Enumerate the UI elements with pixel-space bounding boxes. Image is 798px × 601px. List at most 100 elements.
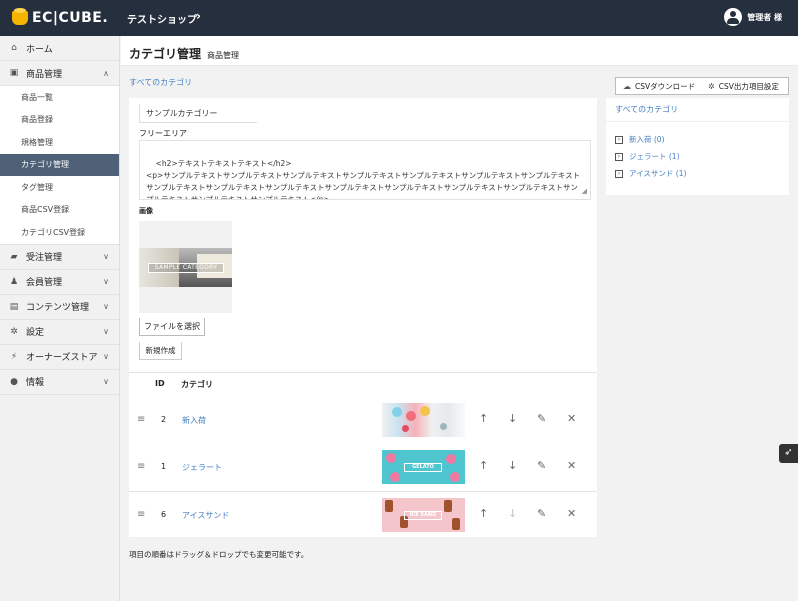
free-area-content: <h2>テキストテキストテキスト</h2> <p>サンプルテキストサンプルテキス… xyxy=(146,159,581,200)
sidebar-item-label: オーナーズストア xyxy=(26,353,98,363)
sidebar-item-label: 受注管理 xyxy=(26,253,63,263)
image-label: 画像 xyxy=(139,207,153,215)
sidebar-item-customers[interactable]: ♟ 会員管理 ∨ xyxy=(0,270,119,295)
thumb-decoration xyxy=(440,423,447,430)
edit-pencil-icon[interactable]: ✎ xyxy=(537,507,546,520)
users-icon: ♟ xyxy=(9,276,19,287)
sidebar-subitem-product-register[interactable]: 商品登録 xyxy=(0,108,119,131)
expand-arrow-icon[interactable]: › xyxy=(615,152,623,161)
move-down-icon[interactable]: ↓ xyxy=(508,412,517,425)
sidebar-item-home[interactable]: ⌂ ホーム xyxy=(0,36,119,61)
drag-handle-icon[interactable]: ≡ xyxy=(137,509,145,520)
sidebar-subitem-category[interactable]: カテゴリ管理 xyxy=(0,153,119,176)
category-tree-label: 新入荷 (0) xyxy=(629,135,665,144)
free-area-textarea[interactable]: <h2>テキストテキストテキスト</h2> <p>サンプルテキストサンプルテキス… xyxy=(139,140,591,200)
thumb-decoration xyxy=(444,500,452,512)
category-tree-label: ジェラート (1) xyxy=(629,152,680,161)
csv-download-button[interactable]: ☁ CSVダウンロード xyxy=(616,81,702,92)
expand-arrow-icon[interactable]: › xyxy=(615,169,623,178)
thumb-decoration xyxy=(446,454,456,464)
category-tree-all[interactable]: すべてのカテゴリ xyxy=(606,98,789,122)
gear-icon: ✲ xyxy=(10,326,18,337)
sidebar-subitem-product-list[interactable]: 商品一覧 xyxy=(0,86,119,109)
chevron-down-icon: ∨ xyxy=(103,277,109,286)
sidebar-subitem-tag[interactable]: タグ管理 xyxy=(0,176,119,199)
row-category-link[interactable]: ジェラート xyxy=(182,462,222,473)
sidebar-item-label: 商品管理 xyxy=(26,69,63,80)
move-down-icon: ↓ xyxy=(508,507,518,520)
delete-icon[interactable]: ✕ xyxy=(567,412,576,425)
delete-icon[interactable]: ✕ xyxy=(567,459,576,472)
move-up-icon[interactable]: ↑ xyxy=(479,412,488,425)
user-name: 管理者 様 xyxy=(747,12,782,22)
sidebar-item-label: 会員管理 xyxy=(26,278,63,288)
sidebar-subitem-class[interactable]: 規格管理 xyxy=(0,131,119,154)
sidebar-item-products[interactable]: ▣ 商品管理 ∧ xyxy=(0,61,119,86)
category-tree-label: アイスサンド (1) xyxy=(629,169,687,178)
choose-file-button[interactable]: ファイルを選択 xyxy=(139,318,205,336)
chevron-down-icon: ∨ xyxy=(103,302,109,311)
sidebar-subitem-product-csv[interactable]: 商品CSV登録 xyxy=(0,198,119,221)
logo-text: EC|CUBE. xyxy=(32,10,109,26)
thumb-decoration xyxy=(392,407,402,417)
user-menu[interactable]: 管理者 様 xyxy=(724,8,782,26)
drag-handle-icon[interactable]: ≡ xyxy=(137,414,145,425)
thumb-caption: ICE SAND xyxy=(404,511,442,520)
column-header-id: ID xyxy=(155,379,165,388)
row-thumbnail xyxy=(382,403,465,437)
move-up-icon[interactable]: ↑ xyxy=(479,507,488,520)
delete-icon[interactable]: ✕ xyxy=(567,507,576,520)
table-row[interactable]: ≡ 2 新入荷 ↑ ↓ ✎ ✕ xyxy=(129,397,597,444)
row-category-link[interactable]: 新入荷 xyxy=(182,415,206,426)
shop-name-link[interactable]: テストショップ xyxy=(127,11,197,26)
csv-download-label: CSVダウンロード xyxy=(635,81,696,91)
preview-caption: SAMPLE CATEGORY xyxy=(148,263,224,273)
row-category-link[interactable]: アイスサンド xyxy=(182,510,229,521)
chevron-down-icon: ∨ xyxy=(103,352,109,361)
top-header: EC|CUBE. テストショップ › 管理者 様 xyxy=(0,0,798,36)
edit-pencil-icon[interactable]: ✎ xyxy=(537,412,546,425)
column-header-category: カテゴリ xyxy=(181,380,213,389)
row-thumbnail: GELATO xyxy=(382,450,465,484)
chevron-down-icon: ∨ xyxy=(103,252,109,261)
cube-icon: ▣ xyxy=(9,68,19,78)
category-tree-item[interactable]: › 新入荷 (0) xyxy=(615,134,665,145)
plug-icon: ⚡ xyxy=(10,351,18,362)
sidebar-item-info[interactable]: ● 情報 ∨ xyxy=(0,370,119,395)
category-tree-item[interactable]: › ジェラート (1) xyxy=(615,151,680,162)
home-icon: ⌂ xyxy=(11,43,17,53)
reorder-hint: 項目の順番はドラッグ＆ドロップでも変更可能です。 xyxy=(129,550,309,559)
breadcrumb-all-categories[interactable]: すべてのカテゴリ xyxy=(129,77,192,88)
edit-pencil-icon[interactable]: ✎ xyxy=(537,459,546,472)
expand-arrow-icon[interactable]: › xyxy=(615,135,623,144)
gear-icon: ✲ xyxy=(708,81,715,91)
thumb-decoration xyxy=(452,518,460,530)
page-title-bar: カテゴリ管理 商品管理 xyxy=(121,36,798,66)
csv-settings-button[interactable]: ✲ CSV出力項目設定 xyxy=(702,81,779,92)
free-area-label: フリーエリア xyxy=(139,129,187,138)
thumb-decoration xyxy=(385,500,393,512)
move-down-icon[interactable]: ↓ xyxy=(508,459,517,472)
sidebar-item-contents[interactable]: ▤ コンテンツ管理 ∨ xyxy=(0,295,119,320)
sidebar-item-label: 情報 xyxy=(26,378,45,388)
sidebar-item-label: ホーム xyxy=(26,44,53,55)
table-row[interactable]: ≡ 6 アイスサンド ICE SAND ↑ ↓ ✎ ✕ xyxy=(129,491,597,538)
rocket-icon[interactable]: ➶ xyxy=(779,444,798,463)
category-tree-item[interactable]: › アイスサンド (1) xyxy=(615,168,686,179)
category-edit-card: フリーエリア <h2>テキストテキストテキスト</h2> <p>サンプルテキスト… xyxy=(129,98,597,537)
category-name-input[interactable] xyxy=(139,104,257,123)
sidebar-item-settings[interactable]: ✲ 設定 ∨ xyxy=(0,320,119,345)
sidebar-subitem-category-csv[interactable]: カテゴリCSV登録 xyxy=(0,221,119,244)
move-up-icon[interactable]: ↑ xyxy=(479,459,488,472)
thumb-decoration xyxy=(420,406,430,416)
sidebar-item-orders[interactable]: ▰ 受注管理 ∨ xyxy=(0,245,119,270)
chevron-up-icon: ∧ xyxy=(103,68,109,78)
ec-cube-logo[interactable]: EC|CUBE. xyxy=(12,8,109,27)
table-row[interactable]: ≡ 1 ジェラート GELATO ↑ ↓ ✎ ✕ xyxy=(129,444,597,491)
resize-handle-icon[interactable]: ◢ xyxy=(582,185,587,197)
thumb-caption: GELATO xyxy=(404,463,442,472)
drag-handle-icon[interactable]: ≡ xyxy=(137,461,145,472)
sidebar-item-owners-store[interactable]: ⚡ オーナーズストア ∨ xyxy=(0,345,119,370)
new-category-button[interactable]: 新規作成 xyxy=(139,342,182,360)
thumb-decoration xyxy=(386,453,396,463)
